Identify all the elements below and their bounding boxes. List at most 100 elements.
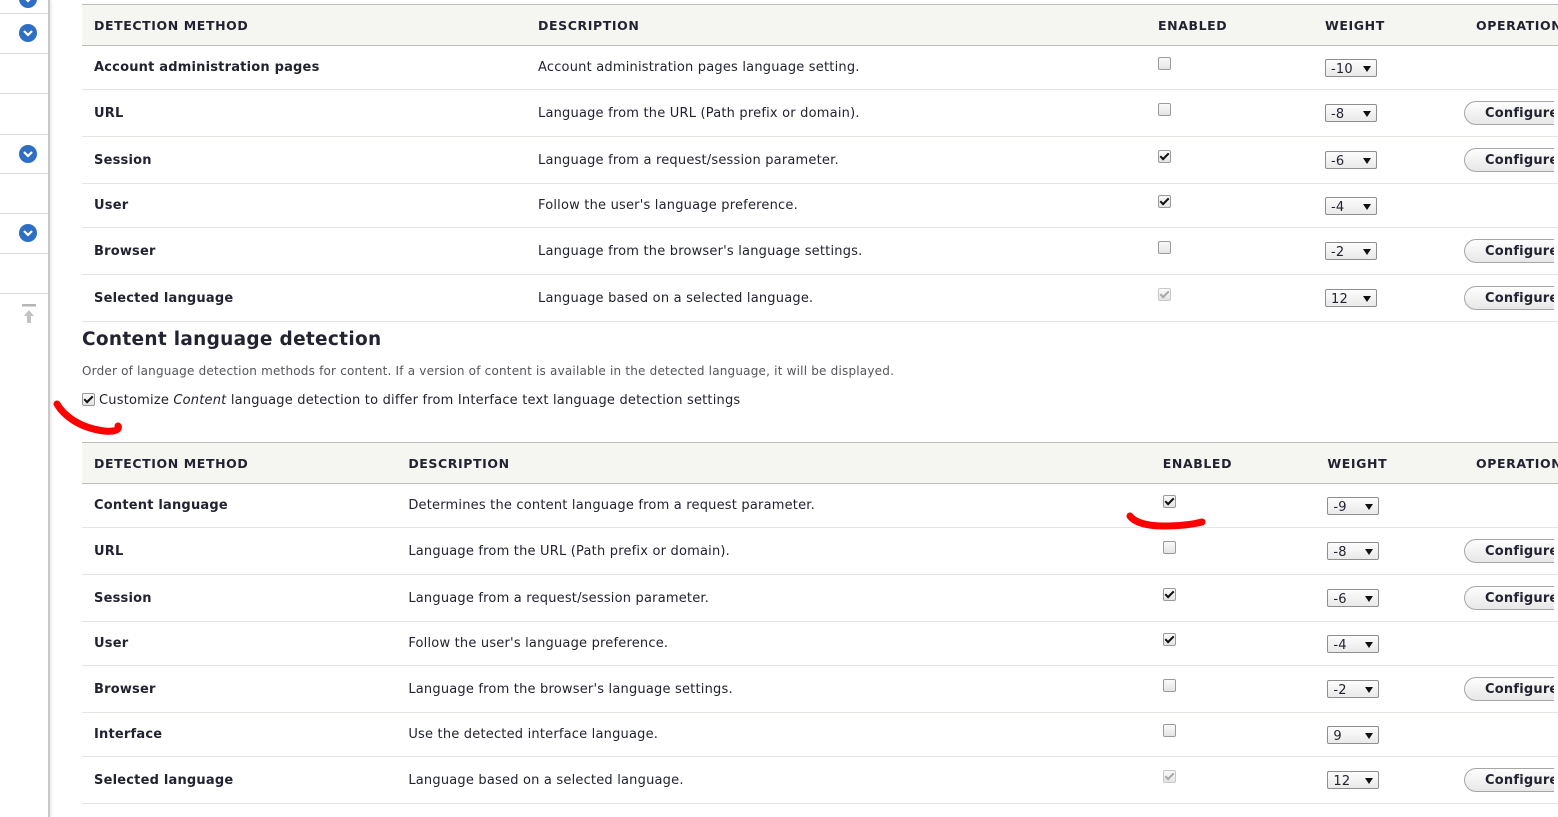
annotation-mark <box>1126 512 1206 530</box>
weight-select[interactable]: -4 <box>1325 196 1377 215</box>
weight-select[interactable]: 9 <box>1327 725 1380 744</box>
detection-method-name: Interface <box>82 712 397 757</box>
detection-method-name: Content language <box>82 483 397 528</box>
table-row: Browser Language from the browser's langu… <box>82 227 1558 275</box>
weight-cell: -8 <box>1315 527 1465 575</box>
operations-cell <box>1464 712 1558 757</box>
operations-cell: Configure <box>1464 89 1558 137</box>
detection-method-description: Language from the browser's language set… <box>396 665 1151 713</box>
weight-cell: 12 <box>1315 756 1465 804</box>
weight-select[interactable]: -6 <box>1325 151 1377 169</box>
sidebar-row <box>0 135 48 174</box>
detection-method-description: Language from a request/session paramete… <box>526 136 1146 184</box>
weight-cell: -8 <box>1313 89 1464 137</box>
detection-method-description: Language based on a selected language. <box>526 274 1146 322</box>
enabled-checkbox[interactable] <box>1158 102 1171 116</box>
dropdown-arrow-icon <box>1365 596 1374 602</box>
chevron-down-icon[interactable] <box>19 224 37 242</box>
configure-button[interactable]: Configure <box>1464 286 1554 310</box>
enabled-checkbox[interactable] <box>1158 240 1171 254</box>
customize-label-suffix: language detection to differ from Interf… <box>226 393 741 408</box>
sidebar-row <box>0 214 48 254</box>
pin-icon[interactable] <box>22 304 36 328</box>
configure-button[interactable]: Configure <box>1464 101 1554 125</box>
weight-select[interactable]: -8 <box>1327 542 1380 560</box>
weight-value: -2 <box>1331 245 1345 260</box>
configure-button[interactable]: Configure <box>1464 768 1555 792</box>
sidebar-row <box>0 174 48 214</box>
dropdown-arrow-icon <box>1365 503 1374 510</box>
enabled-checkbox[interactable] <box>1162 724 1176 737</box>
chevron-down-icon[interactable] <box>19 0 37 8</box>
enabled-cell <box>1150 574 1316 622</box>
enabled-cell <box>1146 89 1313 137</box>
enabled-checkbox[interactable] <box>1162 678 1176 692</box>
enabled-checkbox[interactable] <box>1158 195 1171 208</box>
weight-value: -8 <box>1331 107 1345 122</box>
table-row: User Follow the user's language preferenc… <box>82 621 1558 666</box>
column-header-operations: OPERATIONS <box>1464 442 1558 484</box>
operations-cell: Configure <box>1464 274 1558 322</box>
weight-select[interactable]: -8 <box>1325 104 1377 122</box>
chevron-down-icon[interactable] <box>19 24 37 42</box>
dropdown-arrow-icon <box>1365 549 1374 555</box>
enabled-checkbox[interactable] <box>1162 633 1176 646</box>
configure-button[interactable]: Configure <box>1464 539 1555 563</box>
dropdown-arrow-icon <box>1363 65 1371 72</box>
detection-method-description: Language from the browser's language set… <box>526 227 1146 275</box>
detection-method-description: Language from a request/session paramete… <box>396 574 1151 622</box>
column-header-enabled: ENABLED <box>1146 4 1313 46</box>
configure-button[interactable]: Configure <box>1464 239 1554 263</box>
dropdown-arrow-icon <box>1365 778 1374 784</box>
enabled-cell <box>1146 136 1313 184</box>
table-row: Account administration pages Account admi… <box>82 45 1558 90</box>
weight-select[interactable]: -10 <box>1325 58 1377 77</box>
weight-value: -4 <box>1331 199 1345 215</box>
weight-select[interactable]: -2 <box>1327 680 1380 698</box>
table-row: Selected language Language based on a sel… <box>82 756 1558 804</box>
weight-cell: -2 <box>1313 227 1464 275</box>
operations-cell <box>1464 45 1558 90</box>
weight-cell: -9 <box>1315 483 1465 528</box>
table-row: Browser Language from the browser's langu… <box>82 665 1558 713</box>
detection-method-description: Language from the URL (Path prefix or do… <box>526 89 1146 137</box>
weight-select[interactable]: -6 <box>1327 589 1380 607</box>
chevron-down-icon[interactable] <box>19 145 37 163</box>
sidebar-row <box>0 13 48 54</box>
detection-method-description: Use the detected interface language. <box>396 712 1151 757</box>
column-header-method: DETECTION METHOD <box>82 4 526 46</box>
enabled-cell <box>1146 45 1313 90</box>
customize-content-detection[interactable]: Customize Content language detection to … <box>82 392 741 408</box>
dropdown-arrow-icon <box>1365 732 1374 739</box>
enabled-cell <box>1150 712 1316 757</box>
weight-select[interactable]: -4 <box>1327 634 1380 653</box>
configure-button[interactable]: Configure <box>1464 586 1555 610</box>
detection-method-name: Selected language <box>82 756 397 804</box>
weight-select[interactable]: 12 <box>1327 771 1380 789</box>
enabled-checkbox[interactable] <box>1162 540 1176 554</box>
enabled-checkbox[interactable] <box>1158 149 1171 163</box>
configure-button[interactable]: Configure <box>1464 677 1555 701</box>
column-header-operations: OPERATIONS <box>1464 4 1558 46</box>
weight-value: -6 <box>1331 154 1345 169</box>
dropdown-arrow-icon <box>1363 203 1371 210</box>
weight-select[interactable]: -2 <box>1325 242 1377 260</box>
weight-value: -4 <box>1333 637 1347 653</box>
weight-select[interactable]: -9 <box>1327 496 1380 515</box>
annotation-mark <box>53 400 122 435</box>
table-header-row: DETECTION METHOD DESCRIPTION ENABLED WEI… <box>82 4 1558 46</box>
weight-select[interactable]: 12 <box>1325 289 1377 307</box>
enabled-checkbox[interactable] <box>1162 587 1176 601</box>
enabled-checkbox[interactable] <box>1158 57 1171 70</box>
operations-cell: Configure <box>1464 527 1558 575</box>
enabled-cell <box>1150 621 1316 666</box>
weight-cell: -6 <box>1315 574 1465 622</box>
detection-method-name: User <box>82 621 397 666</box>
enabled-checkbox[interactable] <box>1162 495 1176 508</box>
operations-cell: Configure <box>1464 665 1558 713</box>
dropdown-arrow-icon <box>1363 296 1371 302</box>
weight-value: 12 <box>1331 292 1348 307</box>
configure-button[interactable]: Configure <box>1464 148 1554 172</box>
column-header-description: DESCRIPTION <box>526 4 1146 46</box>
operations-cell: Configure <box>1464 756 1558 804</box>
